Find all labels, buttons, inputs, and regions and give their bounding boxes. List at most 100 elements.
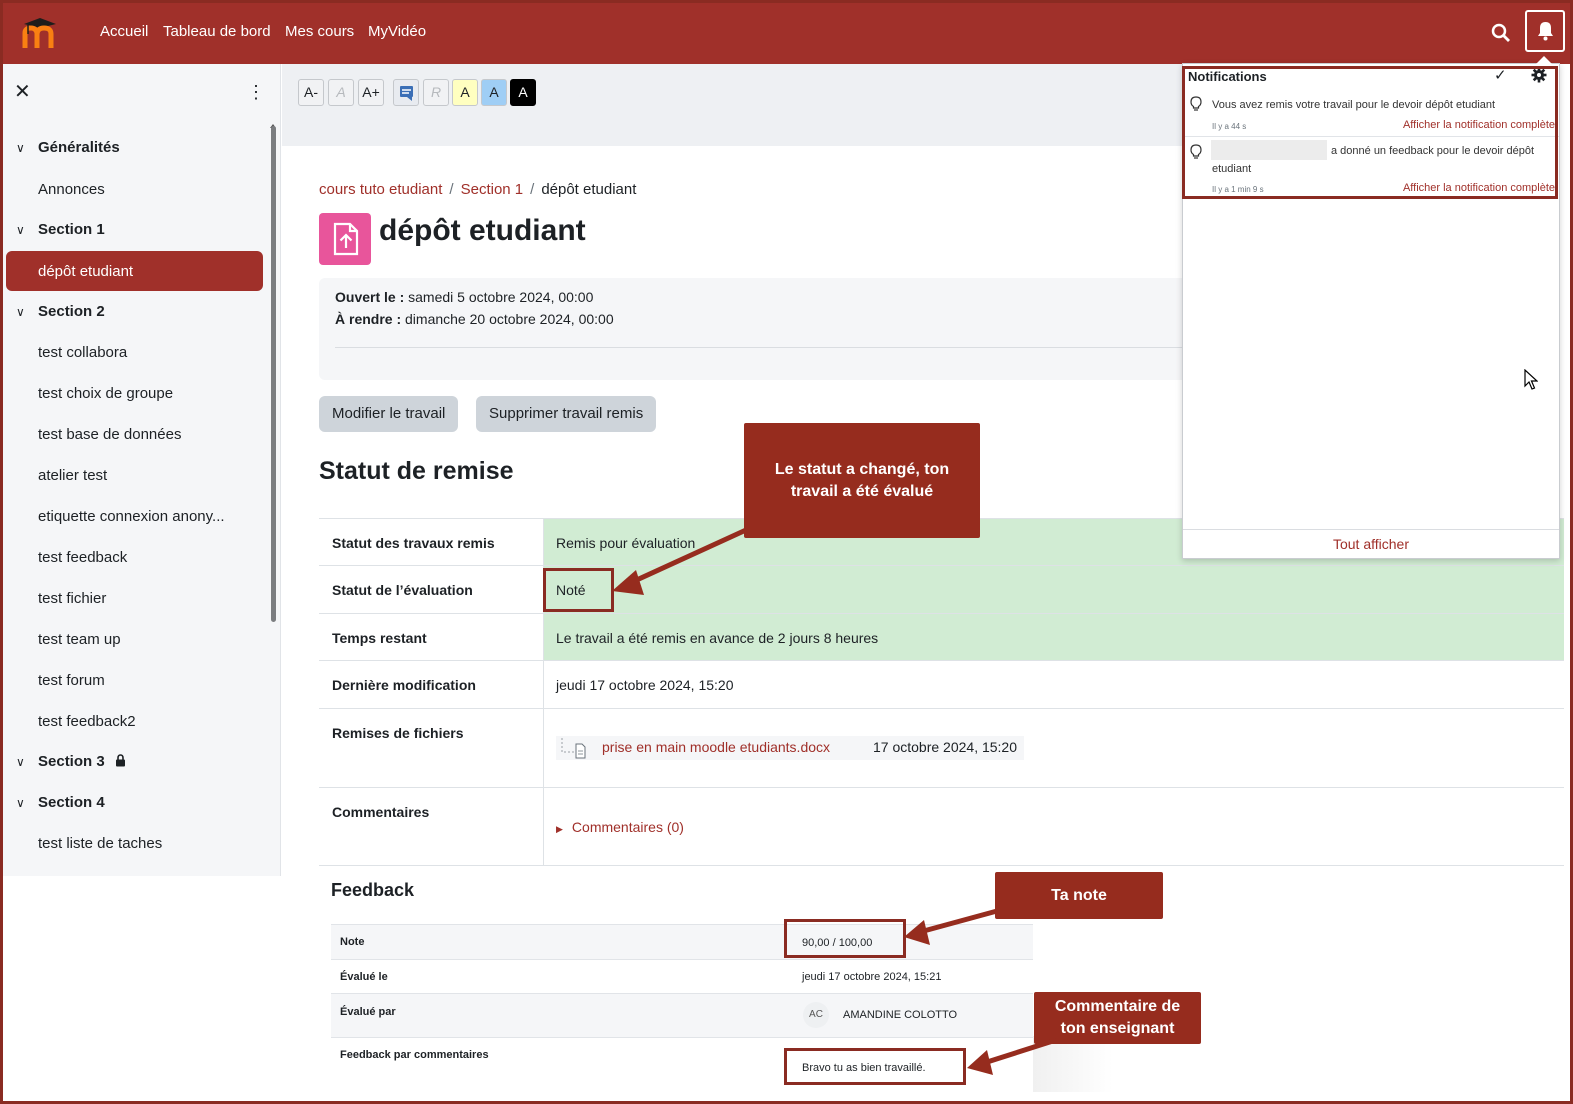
speaker-icon (400, 86, 413, 101)
more-options-icon[interactable]: ⋮ (247, 82, 265, 102)
reset-colors-button[interactable]: R (423, 79, 449, 106)
divider (1183, 529, 1559, 530)
submitted-file-link[interactable]: prise en main moodle etudiants.docx (602, 739, 830, 755)
chevron-down-icon[interactable]: ∨ (16, 141, 38, 155)
status-callout: Le statut a changé, ton travail a été év… (744, 423, 980, 538)
drawer-item-test-collabora[interactable]: test collabora (38, 344, 127, 361)
table-row: Temps restant Le travail a été remis en … (319, 613, 1564, 660)
divider (335, 347, 1195, 348)
section-2[interactable]: ∨ Section 2 (16, 303, 105, 320)
chevron-down-icon[interactable]: ∨ (16, 796, 38, 810)
bell-icon (1538, 22, 1553, 41)
grade-callout: Ta note (995, 872, 1163, 919)
edit-submission-button[interactable]: Modifier le travail (319, 396, 459, 432)
breadcrumb-section[interactable]: Section 1 (461, 181, 524, 198)
status-label: Commentaires (319, 788, 544, 865)
remove-submission-button[interactable]: Supprimer travail remis (476, 396, 657, 432)
drawer-item-test-forum[interactable]: test forum (38, 672, 105, 689)
breadcrumb-course[interactable]: cours tuto etudiant (319, 181, 442, 198)
file-icon (561, 738, 586, 759)
notifications-button[interactable] (1525, 10, 1565, 52)
mouse-cursor-icon (1524, 369, 1538, 390)
image-edge-fade (1033, 1036, 1113, 1092)
page-title: dépôt etudiant (379, 214, 586, 247)
graded-highlight (543, 568, 614, 612)
chevron-down-icon[interactable]: ∨ (16, 305, 38, 319)
moodle-logo[interactable] (20, 16, 60, 50)
status-label: Temps restant (319, 614, 544, 660)
drawer-item-test-liste-de-taches[interactable]: test liste de taches (38, 835, 162, 852)
nav-mes-cours[interactable]: Mes cours (285, 23, 354, 40)
section-4[interactable]: ∨ Section 4 (16, 794, 105, 811)
status-label: Statut de l’évaluation (319, 566, 544, 613)
status-value: jeudi 17 octobre 2024, 15:20 (556, 677, 734, 693)
chevron-down-icon[interactable]: ∨ (16, 755, 38, 769)
assignment-icon (319, 213, 371, 265)
due-date: À rendre : dimanche 20 octobre 2024, 00:… (335, 311, 614, 327)
drawer-item-etiquette-connexion[interactable]: etiquette connexion anony... (38, 508, 225, 525)
font-reset-button[interactable]: A (328, 79, 354, 106)
table-row: Statut de l’évaluation Noté (319, 565, 1564, 613)
section-1[interactable]: ∨ Section 1 (16, 221, 105, 238)
drawer-item-test-base-de-donnees[interactable]: test base de données (38, 426, 181, 443)
submission-status-heading: Statut de remise (319, 457, 514, 485)
notifications-highlight (1182, 66, 1558, 199)
blue-theme-button[interactable]: A (481, 79, 507, 106)
feedback-label: Feedback par commentaires (340, 1049, 489, 1061)
table-row: Évalué le jeudi 17 octobre 2024, 15:21 (331, 959, 1033, 993)
nav-tableau-de-bord[interactable]: Tableau de bord (163, 23, 271, 40)
drawer-item-test-team-up[interactable]: test team up (38, 631, 121, 648)
submitted-file-date: 17 octobre 2024, 15:20 (873, 739, 1018, 755)
lock-icon (115, 754, 125, 767)
file-tree: prise en main moodle etudiants.docx 17 o… (556, 736, 1024, 760)
table-row: Évalué par AMANDINE COLOTTO (331, 993, 1033, 1037)
popover-caret (1536, 56, 1552, 64)
status-label: Dernière modification (319, 661, 544, 708)
avatar: AC (803, 1002, 829, 1028)
grade-highlight (784, 919, 906, 958)
status-label: Remises de fichiers (319, 709, 544, 787)
nav-accueil[interactable]: Accueil (100, 23, 148, 40)
comments-link[interactable]: Commentaires (0) (572, 819, 684, 835)
table-row: Note 90,00 / 100,00 (331, 924, 1033, 959)
comment-callout: Commentaire de ton enseignant (1034, 992, 1201, 1044)
font-smaller-button[interactable]: A- (298, 79, 324, 106)
section-generalites[interactable]: ∨ Généralités (16, 139, 120, 156)
section-3[interactable]: ∨ Section 3 (16, 753, 126, 770)
drawer-item-test-fichier[interactable]: test fichier (38, 590, 106, 607)
drawer-item-atelier-test[interactable]: atelier test (38, 467, 107, 484)
feedback-heading: Feedback (331, 880, 415, 900)
grader-name: AMANDINE COLOTTO (843, 1009, 958, 1021)
comment-highlight (784, 1048, 966, 1085)
nav-myvideo[interactable]: MyVidéo (368, 23, 426, 40)
graded-on-value: jeudi 17 octobre 2024, 15:21 (802, 971, 942, 983)
drawer-item-test-feedback[interactable]: test feedback (38, 549, 127, 566)
navbar: Accueil Tableau de bord Mes cours MyVidé… (0, 0, 1573, 64)
opened-date: Ouvert le : samedi 5 octobre 2024, 00:00 (335, 289, 594, 305)
status-value: Le travail a été remis en avance de 2 jo… (544, 614, 1564, 660)
drawer-item-test-choix-de-groupe[interactable]: test choix de groupe (38, 385, 173, 402)
drawer-item-depot-etudiant[interactable]: dépôt etudiant (6, 251, 263, 291)
status-value: Noté (544, 566, 1564, 613)
close-icon[interactable]: ✕ (14, 82, 31, 102)
show-all-notifications-link[interactable]: Tout afficher (1183, 536, 1559, 552)
read-aloud-button[interactable] (393, 79, 419, 106)
breadcrumb-separator: / (449, 181, 454, 198)
course-index-drawer: ✕ ⋮ ∨ Généralités Annonces ∨ Section 1 dép… (0, 64, 281, 876)
chevron-down-icon[interactable]: ∨ (16, 223, 38, 237)
breadcrumb: cours tuto etudiant / Section 1 / dépôt etud… (319, 181, 636, 198)
drawer-item-test-feedback2[interactable]: test feedback2 (38, 713, 136, 730)
font-larger-button[interactable]: A+ (358, 79, 384, 106)
scrollbar[interactable] (271, 126, 276, 622)
feedback-label: Évalué le (340, 971, 388, 983)
breadcrumb-current: dépôt etudiant (541, 181, 637, 198)
drawer-item-annonces[interactable]: Annonces (38, 181, 105, 198)
breadcrumb-separator: / (530, 181, 535, 198)
table-row: Commentaires ▶ Commentaires (0) (319, 787, 1564, 866)
comments-toggle[interactable]: ▶ Commentaires (0) (544, 788, 1564, 865)
black-theme-button[interactable]: A (510, 79, 536, 106)
search-icon[interactable] (1490, 22, 1512, 44)
feedback-label: Note (340, 936, 365, 948)
yellow-theme-button[interactable]: A (452, 79, 478, 106)
feedback-label: Évalué par (340, 1006, 396, 1018)
